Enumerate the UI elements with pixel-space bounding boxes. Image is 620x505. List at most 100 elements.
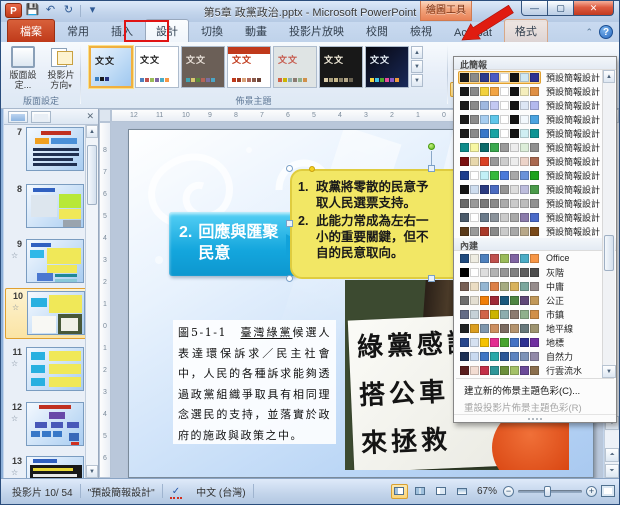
color-scheme-row[interactable]: 預設簡報設計 2	[454, 84, 616, 98]
menu-scrollbar[interactable]: ▲ ▼	[602, 70, 616, 378]
spellcheck-icon[interactable]: ✓	[169, 485, 183, 499]
slide-thumbnail-item-12[interactable]: 12 ☆	[5, 400, 88, 451]
zoom-level[interactable]: 67%	[477, 486, 497, 497]
menu-scroll-up-icon[interactable]: ▲	[603, 70, 615, 83]
section-callout[interactable]: 2. 回應與匯聚民意	[169, 212, 306, 276]
slide-orientation-button[interactable]: 投影片 方向▾	[43, 46, 79, 92]
slide-thumbnail-item-9[interactable]: 9 ☆	[5, 237, 88, 288]
theme-thumbnail-black-bright[interactable]: 文文	[365, 46, 409, 88]
tab-動畫[interactable]: 動畫	[235, 20, 277, 42]
theme-thumbnail-brown[interactable]: 文文	[181, 46, 225, 88]
slide-thumbnail[interactable]	[27, 291, 85, 335]
color-scheme-row[interactable]: 預設簡報設計 4	[454, 112, 616, 126]
color-scheme-row[interactable]: 預設簡報設計 3	[454, 98, 616, 112]
slide-thumbnail-item-11[interactable]: 11 ☆	[5, 345, 88, 396]
normal-view-button[interactable]	[390, 483, 408, 499]
theme-thumbnail-current-blue[interactable]: 文文	[89, 46, 133, 88]
slide-thumbnail[interactable]	[26, 402, 84, 446]
color-swatches	[458, 141, 541, 154]
color-scheme-row[interactable]: 預設簡報設計 6	[454, 140, 616, 154]
menu-resize-grip[interactable]	[454, 414, 616, 422]
color-scheme-row[interactable]: 行雲流水	[454, 363, 616, 377]
menu-scroll-down-icon[interactable]: ▼	[602, 365, 616, 378]
slide-sorter-view-button[interactable]	[412, 484, 429, 499]
slide-thumbnail-item-8[interactable]: 8	[5, 182, 88, 233]
caption-textbox[interactable]: 圖5-1-1 臺灣綠黨候選人表達環保訴求／民主社會中，人民的各種訴求能夠透過政黨…	[173, 320, 336, 444]
slide-number: 10	[12, 291, 23, 301]
panel-scrollbar[interactable]: ▲ ▼	[85, 125, 98, 478]
theme-name-status[interactable]: "預設簡報設計"	[81, 484, 162, 499]
color-scheme-row[interactable]: 預設簡報設計 10	[454, 196, 616, 210]
resize-handle-w[interactable]	[286, 220, 293, 227]
slide-thumbnail-item-10[interactable]: 10 ☆	[5, 288, 88, 339]
color-scheme-row[interactable]: 預設簡報設計 8	[454, 168, 616, 182]
theme-thumbnail-gray-teal[interactable]: 文文	[273, 46, 317, 88]
tab-切換[interactable]: 切換	[191, 20, 233, 42]
close-button[interactable]: ✕	[574, 1, 614, 16]
help-button[interactable]: ?	[599, 25, 613, 39]
slide-thumbnail[interactable]	[26, 347, 84, 391]
color-scheme-row[interactable]: 預設簡報設計 11	[454, 210, 616, 224]
tab-常用[interactable]: 常用	[57, 20, 99, 42]
color-scheme-row[interactable]: 地平線	[454, 321, 616, 335]
color-scheme-row[interactable]: 預設簡報設計 12	[454, 224, 616, 238]
color-scheme-row[interactable]: 地標	[454, 335, 616, 349]
theme-thumbnail-black-tan[interactable]: 文文	[319, 46, 363, 88]
zoom-slider[interactable]	[518, 485, 582, 497]
menu-section-builtin: 內建	[454, 238, 616, 251]
color-swatches	[458, 155, 541, 168]
zoom-slider-thumb[interactable]	[544, 485, 551, 497]
theme-color-squares	[95, 77, 109, 81]
outline-tab[interactable]	[31, 110, 51, 123]
page-setup-button[interactable]: 版面設定...	[5, 46, 41, 90]
reading-view-button[interactable]	[433, 484, 450, 499]
panel-close-icon[interactable]: ✕	[86, 111, 94, 122]
panel-scroll-down-icon[interactable]: ▼	[86, 465, 98, 478]
slides-tab[interactable]	[8, 110, 28, 123]
next-slide-button[interactable]: ⏷	[605, 464, 619, 478]
tab-校閱[interactable]: 校閱	[356, 20, 398, 42]
color-scheme-row[interactable]: 公正	[454, 293, 616, 307]
minimize-button[interactable]: —	[521, 1, 548, 16]
panel-scroll-up-icon[interactable]: ▲	[86, 125, 98, 138]
minimize-ribbon-icon[interactable]: ⌃	[585, 27, 593, 38]
slide-thumbnail[interactable]	[26, 239, 84, 283]
resize-handle-nw[interactable]	[286, 165, 293, 172]
rotate-handle[interactable]	[428, 143, 435, 150]
color-scheme-row[interactable]: 灰階	[454, 265, 616, 279]
resize-handle-n[interactable]	[428, 165, 435, 172]
theme-thumbnail-office-white[interactable]: 文文	[135, 46, 179, 88]
zoom-out-button[interactable]: −	[503, 485, 514, 497]
create-new-theme-colors-item[interactable]: 建立新的佈景主題色彩(C)...	[454, 380, 616, 397]
color-scheme-row[interactable]: Office	[454, 251, 616, 265]
resize-handle-s[interactable]	[428, 275, 435, 282]
panel-scroll-thumb[interactable]	[87, 145, 97, 205]
language-status[interactable]: 中文 (台灣)	[189, 484, 252, 499]
gallery-scroll: ▲ ▼ ▼	[411, 46, 423, 88]
tab-檢視[interactable]: 檢視	[400, 20, 442, 42]
tab-投影片放映[interactable]: 投影片放映	[279, 20, 354, 42]
color-scheme-row[interactable]: 預設簡報設計 9	[454, 182, 616, 196]
menu-scroll-thumb[interactable]	[604, 235, 614, 271]
theme-sample-text: 文文	[232, 55, 253, 65]
slide-thumbnail-item-7[interactable]: 7	[5, 125, 88, 176]
theme-thumbnail-red-bar[interactable]: 文文	[227, 46, 271, 88]
color-scheme-row[interactable]: 中庸	[454, 279, 616, 293]
slide-thumbnail[interactable]	[26, 184, 84, 228]
color-scheme-row[interactable]: 自然力	[454, 349, 616, 363]
slideshow-view-button[interactable]	[454, 484, 471, 499]
gallery-up-icon[interactable]: ▲	[411, 46, 423, 59]
color-scheme-row[interactable]: 預設簡報設計 5	[454, 126, 616, 140]
slide-thumbnail[interactable]	[26, 127, 84, 171]
tab-檔案[interactable]: 檔案	[7, 19, 55, 42]
gallery-down-icon[interactable]: ▼	[411, 60, 423, 73]
maximize-button[interactable]: ▢	[548, 1, 574, 16]
fit-to-window-button[interactable]	[601, 485, 615, 497]
color-scheme-row[interactable]: 預設簡報設計 7	[454, 154, 616, 168]
resize-handle-sw[interactable]	[286, 275, 293, 282]
color-scheme-row[interactable]: 預設簡報設計 1	[454, 70, 616, 84]
previous-slide-button[interactable]: ⏶	[605, 448, 619, 462]
gallery-more-icon[interactable]: ▼	[411, 74, 423, 87]
color-scheme-row[interactable]: 市鎮	[454, 307, 616, 321]
zoom-in-button[interactable]: +	[586, 485, 597, 497]
